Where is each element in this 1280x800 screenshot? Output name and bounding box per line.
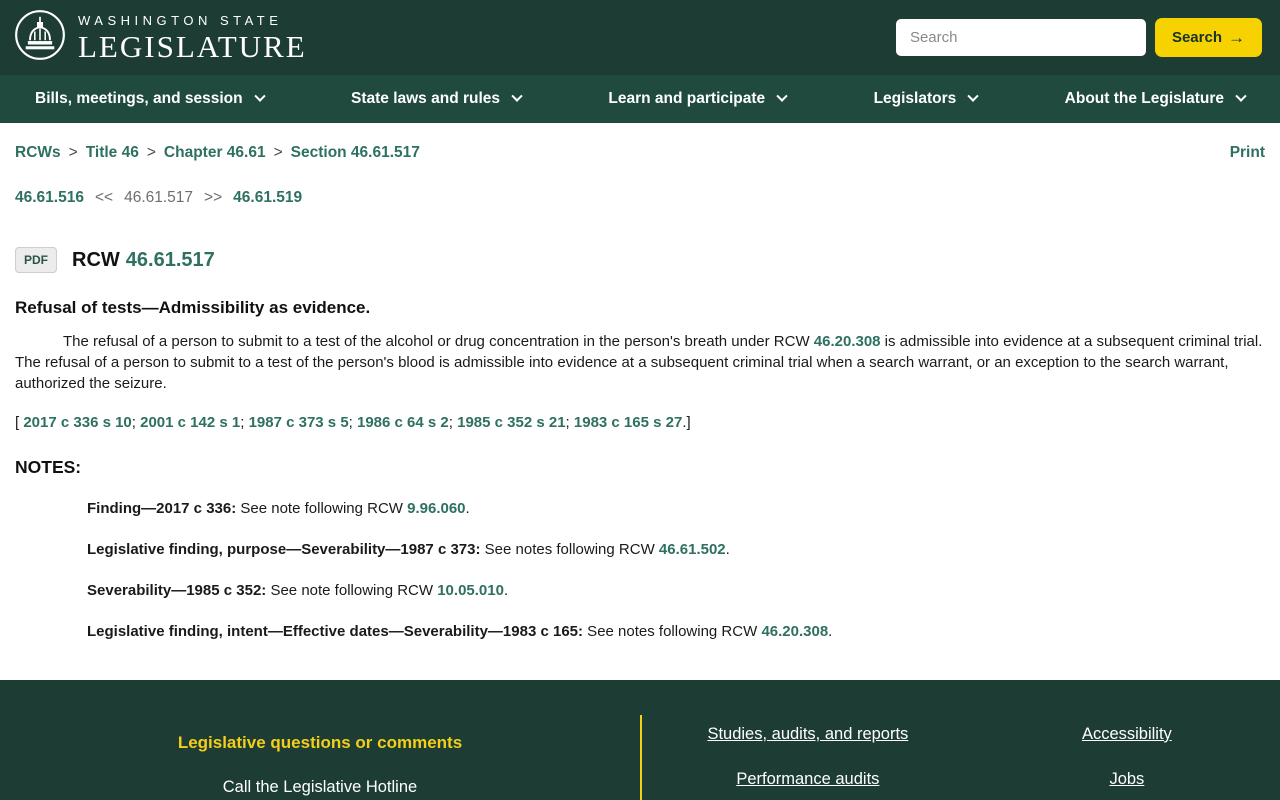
note-end: . <box>828 623 833 640</box>
chevron-down-icon <box>776 90 788 102</box>
nav-item-bills-meetings-session[interactable]: Bills, meetings, and session <box>35 90 266 108</box>
citation-separator: ; <box>565 414 574 431</box>
note-rcw-link[interactable]: 9.96.060 <box>407 500 465 517</box>
search-area: Search → <box>895 18 1262 57</box>
note-bold-prefix: Legislative finding, purpose—Severabilit… <box>87 541 481 558</box>
note-paragraph: Severability—1985 c 352: See note follow… <box>87 580 1265 601</box>
next-section-link[interactable]: 46.61.519 <box>233 189 302 207</box>
breadcrumb-link-chapter[interactable]: Chapter 46.61 <box>164 144 266 162</box>
breadcrumb-link-section[interactable]: Section 46.61.517 <box>291 144 420 162</box>
nav-item-legislators[interactable]: Legislators <box>873 90 979 108</box>
statute-text: The refusal of a person to submit to a t… <box>15 331 1265 394</box>
note-end: . <box>465 500 470 517</box>
note-end: . <box>503 582 509 599</box>
breadcrumb-link-title[interactable]: Title 46 <box>86 144 139 162</box>
note-bold-prefix: Finding—2017 c 336: <box>87 500 237 517</box>
note-text: See note following RCW <box>266 582 438 599</box>
rcw-label: RCW <box>72 248 120 271</box>
note-text: See notes following RCW <box>583 623 762 640</box>
chevron-down-icon <box>1235 90 1247 102</box>
main-nav: Bills, meetings, and session State laws … <box>0 75 1280 123</box>
nav-item-label: Legislators <box>873 90 957 107</box>
footer-links-area: Studies, audits, and reports Performance… <box>642 680 1280 800</box>
footer-links-column-2: Accessibility Jobs <box>974 725 1280 800</box>
nav-item-label: State laws and rules <box>350 90 501 107</box>
footer-questions-block: Legislative questions or comments Call t… <box>0 680 640 800</box>
page-body: RCWs > Title 46 > Chapter 46.61 > Sectio… <box>0 123 1280 680</box>
nav-item-learn-participate[interactable]: Learn and participate <box>608 90 788 108</box>
citation-link[interactable]: 2001 c 142 s 1 <box>140 414 240 431</box>
nav-item-state-laws-rules[interactable]: State laws and rules <box>350 90 523 108</box>
footer-hotline-link[interactable]: Call the Legislative Hotline <box>223 778 417 797</box>
search-button[interactable]: Search → <box>1154 18 1262 57</box>
note-bold-prefix: Severability—1985 c 352: <box>87 582 267 599</box>
arrow-right-icon: → <box>1228 27 1245 47</box>
nav-item-label: Bills, meetings, and session <box>35 90 243 107</box>
pdf-button[interactable]: PDF <box>15 247 57 273</box>
note-bold-prefix: Legislative finding, intent—Effective da… <box>87 623 584 640</box>
note-paragraph: Legislative finding, intent—Effective da… <box>87 621 1265 642</box>
statute-text-part1: The refusal of a person to submit to a t… <box>63 333 814 350</box>
note-text: See notes following RCW <box>480 541 659 558</box>
citation-separator: ; <box>131 414 141 431</box>
breadcrumb-link-rcws[interactable]: RCWs <box>15 144 61 162</box>
chevron-down-icon <box>253 90 266 102</box>
footer: Legislative questions or comments Call t… <box>0 680 1280 800</box>
prev-symbol: << <box>94 189 114 206</box>
nav-item-about-legislature[interactable]: About the Legislature <box>1064 90 1247 108</box>
citation-separator: ; <box>240 414 249 431</box>
footer-link-jobs[interactable]: Jobs <box>974 770 1280 789</box>
prev-section-link[interactable]: 46.61.516 <box>15 189 84 207</box>
note-paragraph: Legislative finding, purpose—Severabilit… <box>87 539 1265 560</box>
citation-close: .] <box>682 414 691 431</box>
footer-link-accessibility[interactable]: Accessibility <box>974 725 1280 744</box>
capitol-dome-icon <box>14 9 66 66</box>
section-title: Refusal of tests—Admissibility as eviden… <box>15 298 371 317</box>
citation-link[interactable]: 1983 c 165 s 27 <box>574 414 682 431</box>
citation-link[interactable]: 2017 c 336 s 10 <box>23 414 131 431</box>
footer-questions-heading[interactable]: Legislative questions or comments <box>0 733 640 753</box>
section-pager: 46.61.516 << 46.61.517 >> 46.61.519 <box>15 189 1265 207</box>
citation-separator: ; <box>348 414 357 431</box>
current-section: 46.61.517 <box>124 189 194 206</box>
citation-link[interactable]: 1987 c 373 s 5 <box>249 414 349 431</box>
rcw-number-link[interactable]: 46.61.517 <box>126 249 215 271</box>
breadcrumb-row: RCWs > Title 46 > Chapter 46.61 > Sectio… <box>0 123 1280 162</box>
print-link[interactable]: Print <box>1230 144 1265 162</box>
note-rcw-link[interactable]: 46.20.308 <box>761 623 828 640</box>
search-input[interactable] <box>895 19 1146 56</box>
breadcrumb-separator: > <box>146 144 156 161</box>
footer-link-performance-audits[interactable]: Performance audits <box>642 770 974 789</box>
citation-link[interactable]: 1986 c 64 s 2 <box>357 414 449 431</box>
nav-item-label: About the Legislature <box>1064 90 1224 107</box>
note-rcw-link[interactable]: 10.05.010 <box>437 582 504 599</box>
site-logo[interactable]: WASHINGTON STATE LEGISLATURE <box>14 9 307 66</box>
note-rcw-link[interactable]: 46.61.502 <box>659 541 726 558</box>
notes-heading: NOTES: <box>15 457 82 477</box>
site-header: WASHINGTON STATE LEGISLATURE Search → <box>0 0 1280 75</box>
breadcrumb: RCWs > Title 46 > Chapter 46.61 > Sectio… <box>15 144 420 162</box>
citation-line: [ 2017 c 336 s 10; 2001 c 142 s 1; 1987 … <box>15 414 1265 431</box>
citation-link[interactable]: 1985 c 352 s 21 <box>457 414 565 431</box>
footer-link-studies-audits-reports[interactable]: Studies, audits, and reports <box>642 725 974 744</box>
rcw-reference-link[interactable]: 46.20.308 <box>814 333 881 350</box>
footer-links-column-1: Studies, audits, and reports Performance… <box>642 725 974 800</box>
page-title: RCW 46.61.517 <box>72 249 215 272</box>
breadcrumb-separator: > <box>68 144 78 161</box>
note-paragraph: Finding—2017 c 336: See note following R… <box>87 498 1265 519</box>
logo-line1: WASHINGTON STATE <box>78 12 283 28</box>
search-button-label: Search <box>1171 29 1222 46</box>
chevron-down-icon <box>967 90 979 102</box>
nav-item-label: Learn and participate <box>608 90 766 107</box>
chevron-down-icon <box>511 90 523 102</box>
rcw-heading-row: PDF RCW 46.61.517 <box>15 247 1265 273</box>
next-symbol: >> <box>204 189 223 206</box>
breadcrumb-separator: > <box>273 144 283 161</box>
citation-separator: ; <box>448 414 458 431</box>
logo-line2: LEGISLATURE <box>78 28 307 64</box>
note-text: See note following RCW <box>236 500 408 517</box>
logo-text: WASHINGTON STATE LEGISLATURE <box>78 14 307 62</box>
note-end: . <box>725 541 730 558</box>
